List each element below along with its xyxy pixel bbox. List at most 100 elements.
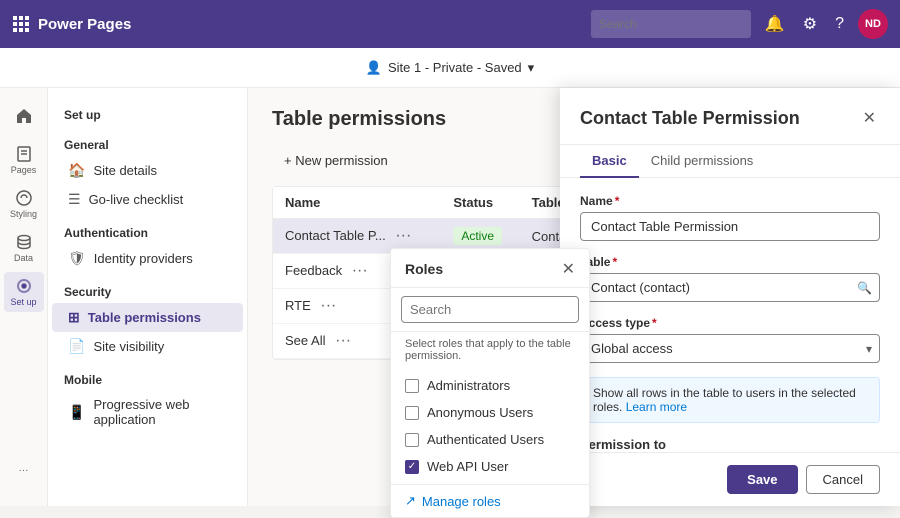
role-authenticated-checkbox[interactable] xyxy=(405,433,419,447)
roles-popup-header: Roles ✕ xyxy=(391,249,589,288)
body-wrapper: Pages Styling Data Set up ··· Set up Gen… xyxy=(0,88,900,506)
nav-data-label: Data xyxy=(14,253,33,263)
setup-title: Set up xyxy=(48,96,247,126)
permission-to-title: Permission to xyxy=(580,437,880,452)
new-permission-button[interactable]: + New permission xyxy=(272,147,400,174)
role-web-api-checkbox[interactable] xyxy=(405,460,419,474)
row-more-button[interactable]: ··· xyxy=(346,260,374,281)
nav-styling[interactable]: Styling xyxy=(4,184,44,224)
access-type-required: * xyxy=(652,316,657,330)
golive-icon: ☰ xyxy=(68,191,81,208)
nav-identity-label: Identity providers xyxy=(94,251,193,266)
role-authenticated-label: Authenticated Users xyxy=(427,432,544,447)
role-anonymous[interactable]: Anonymous Users xyxy=(391,399,589,426)
site-label: Site 1 - Private - Saved xyxy=(388,60,522,75)
panel-body: Name * Table * 🔍 Access type * xyxy=(560,178,900,452)
role-authenticated[interactable]: Authenticated Users xyxy=(391,426,589,453)
topbar: Power Pages 🔔 ⚙ ? ND xyxy=(0,0,900,48)
site-icon: 👤 xyxy=(366,60,382,76)
nav-icons: Pages Styling Data Set up ··· xyxy=(0,88,48,506)
manage-roles-icon: ↗ xyxy=(405,493,416,509)
save-button[interactable]: Save xyxy=(727,465,797,494)
security-title: Security xyxy=(48,273,247,303)
name-input[interactable] xyxy=(580,212,880,241)
table-input[interactable] xyxy=(580,273,880,302)
role-administrators-checkbox[interactable] xyxy=(405,379,419,393)
nav-styling-label: Styling xyxy=(10,209,37,219)
col-status: Status xyxy=(441,187,519,219)
panel-title: Contact Table Permission xyxy=(580,108,800,129)
nav-site-visibility[interactable]: 📄 Site visibility xyxy=(52,332,243,361)
roles-popup-title: Roles xyxy=(405,261,443,277)
role-web-api-label: Web API User xyxy=(427,459,508,474)
manage-roles-button[interactable]: ↗ Manage roles xyxy=(405,493,501,509)
role-anonymous-label: Anonymous Users xyxy=(427,405,533,420)
table-search-icon: 🔍 xyxy=(857,281,872,295)
panel-tabs: Basic Child permissions xyxy=(560,145,900,178)
nav-pages[interactable]: Pages xyxy=(4,140,44,180)
side-panel: Contact Table Permission ✕ Basic Child p… xyxy=(560,88,900,506)
row-more-button[interactable]: ··· xyxy=(329,330,357,351)
cancel-button[interactable]: Cancel xyxy=(806,465,880,494)
row-more-button[interactable]: ··· xyxy=(389,225,417,246)
nav-pwa[interactable]: 📱 Progressive web application xyxy=(52,391,243,433)
info-box: Show all rows in the table to users in t… xyxy=(580,377,880,423)
sitebar: 👤 Site 1 - Private - Saved ▾ xyxy=(0,48,900,88)
nav-site-details[interactable]: 🏠 Site details xyxy=(52,156,243,185)
row-more-button[interactable]: ··· xyxy=(314,295,342,316)
role-administrators[interactable]: Administrators xyxy=(391,372,589,399)
table-perm-icon: ⊞ xyxy=(68,309,80,326)
name-field-group: Name * xyxy=(580,194,880,241)
panel-header: Contact Table Permission ✕ xyxy=(560,88,900,145)
nav-setup-label: Set up xyxy=(10,297,36,307)
general-title: General xyxy=(48,126,247,156)
avatar[interactable]: ND xyxy=(858,9,888,39)
settings-icon[interactable]: ⚙ xyxy=(799,10,821,38)
identity-icon: 🛡 xyxy=(68,250,86,267)
name-required: * xyxy=(615,194,620,208)
panel-footer: Save Cancel xyxy=(560,452,900,506)
app-logo: Power Pages xyxy=(12,15,131,33)
nav-data[interactable]: Data xyxy=(4,228,44,268)
access-type-field-group: Access type * Global access Self Account… xyxy=(580,316,880,363)
roles-search-input[interactable] xyxy=(401,296,579,323)
panel-close-button[interactable]: ✕ xyxy=(859,104,880,132)
global-search-input[interactable] xyxy=(591,10,751,38)
nav-pages-label: Pages xyxy=(11,165,37,175)
nav-pwa-label: Progressive web application xyxy=(93,397,227,427)
visibility-icon: 📄 xyxy=(68,338,85,355)
access-type-select[interactable]: Global access Self Account Parent Contac… xyxy=(580,334,880,363)
nav-home[interactable] xyxy=(4,96,44,136)
nav-setup[interactable]: Set up xyxy=(4,272,44,312)
tab-child-permissions[interactable]: Child permissions xyxy=(639,145,766,178)
nav-golive-label: Go-live checklist xyxy=(89,192,184,207)
site-details-icon: 🏠 xyxy=(68,162,85,179)
notification-icon[interactable]: 🔔 xyxy=(761,10,789,38)
help-icon[interactable]: ? xyxy=(831,11,848,37)
app-name: Power Pages xyxy=(38,16,131,33)
left-nav: Set up General 🏠 Site details ☰ Go-live … xyxy=(48,88,248,506)
roles-popup: Roles ✕ Select roles that apply to the t… xyxy=(390,248,590,518)
roles-search-wrap xyxy=(391,288,589,332)
roles-popup-close-button[interactable]: ✕ xyxy=(562,259,575,279)
nav-table-permissions[interactable]: ⊞ Table permissions xyxy=(52,303,243,332)
nav-site-details-label: Site details xyxy=(93,163,157,178)
access-type-label: Access type * xyxy=(580,316,880,330)
table-field-group: Table * 🔍 xyxy=(580,255,880,302)
nav-visibility-label: Site visibility xyxy=(93,339,164,354)
nav-identity[interactable]: 🛡 Identity providers xyxy=(52,244,243,273)
mobile-title: Mobile xyxy=(48,361,247,391)
pwa-icon: 📱 xyxy=(68,404,85,421)
role-web-api[interactable]: Web API User xyxy=(391,453,589,480)
access-type-select-wrap: Global access Self Account Parent Contac… xyxy=(580,334,880,363)
roles-popup-footer: ↗ Manage roles xyxy=(391,484,589,517)
site-dropdown-icon[interactable]: ▾ xyxy=(528,60,535,76)
nav-table-perm-label: Table permissions xyxy=(88,310,201,325)
nav-golive[interactable]: ☰ Go-live checklist xyxy=(52,185,243,214)
role-anonymous-checkbox[interactable] xyxy=(405,406,419,420)
tab-basic[interactable]: Basic xyxy=(580,145,639,178)
col-name: Name xyxy=(273,187,441,219)
learn-more-link[interactable]: Learn more xyxy=(626,400,687,414)
nav-more[interactable]: ··· xyxy=(4,450,44,490)
auth-title: Authentication xyxy=(48,214,247,244)
